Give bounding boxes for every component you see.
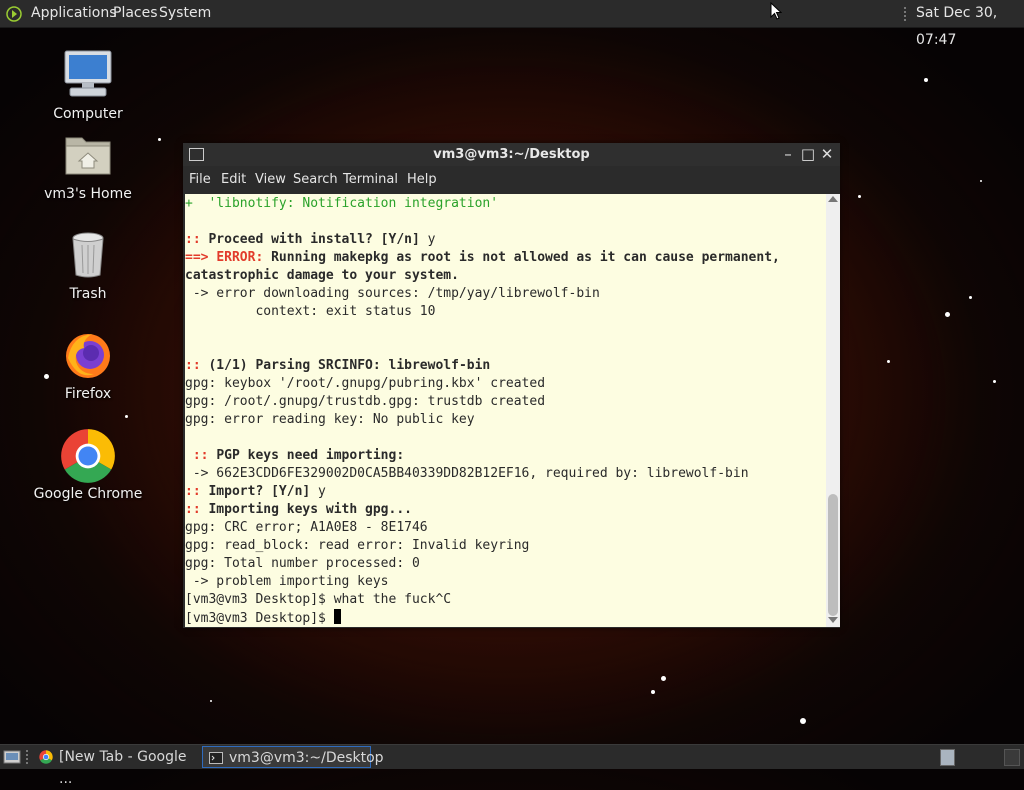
text-cursor	[333, 609, 341, 624]
prompt-text: Proceed with install? [Y/n]	[208, 232, 420, 247]
terminal-line: gpg: keybox '/root/.gnupg/pubring.kbx' c…	[185, 376, 546, 391]
desktop-icon-computer[interactable]: Computer	[33, 48, 143, 122]
menu-help[interactable]: Help	[407, 166, 437, 193]
menu-file[interactable]: File	[189, 166, 211, 193]
menu-applications[interactable]: Applications	[31, 0, 117, 27]
terminal-line: :: Proceed with install? [Y/n] y	[185, 231, 435, 249]
computer-icon	[60, 48, 116, 104]
desktop-icon-home[interactable]: vm3's Home	[33, 128, 143, 202]
terminal-line: :: Import? [Y/n] y	[185, 483, 326, 501]
terminal-line: ==> ERROR: Running makepkg as root is no…	[185, 249, 780, 267]
workspace-switcher[interactable]	[940, 749, 955, 766]
close-button[interactable]: ✕	[819, 146, 835, 162]
taskbar-item-terminal[interactable]: vm3@vm3:~/Desktop	[202, 746, 384, 768]
terminal-line: :: (1/1) Parsing SRCINFO: librewolf-bin	[185, 357, 490, 375]
status-text: (1/1) Parsing SRCINFO: librewolf-bin	[208, 358, 491, 373]
desktop-icon-firefox[interactable]: Firefox	[33, 328, 143, 402]
terminal-line: :: PGP keys need importing:	[185, 447, 404, 465]
bottom-panel: [New Tab - Google ... vm3@vm3:~/Desktop	[0, 744, 1024, 787]
error-arrow: ==>	[185, 250, 217, 265]
top-panel: Applications Places System Sat Dec 30, 0…	[0, 0, 1024, 48]
chrome-icon	[39, 750, 53, 764]
home-folder-icon	[60, 128, 116, 184]
prompt-marker: ::	[185, 448, 217, 463]
scroll-up-arrow-icon[interactable]	[828, 196, 838, 202]
menu-edit[interactable]: Edit	[221, 166, 246, 193]
chrome-icon	[60, 428, 116, 484]
prompt-answer: y	[310, 484, 326, 499]
prompt-marker: ::	[185, 502, 209, 517]
terminal-line: gpg: /root/.gnupg/trustdb.gpg: trustdb c…	[185, 394, 546, 409]
terminal-line: -> problem importing keys	[185, 574, 389, 589]
prompt-marker: ::	[185, 358, 209, 373]
error-text: Running makepkg as root is not allowed a…	[263, 250, 780, 265]
terminal-scrollbar[interactable]	[826, 194, 840, 627]
scroll-down-arrow-icon[interactable]	[828, 617, 838, 623]
terminal-line: catastrophic damage to your system.	[185, 268, 459, 283]
status-text: PGP keys need importing:	[216, 448, 405, 463]
taskbar-item-chrome[interactable]: [New Tab - Google ...	[33, 746, 200, 787]
panel-separator	[904, 7, 912, 21]
menu-places[interactable]: Places	[113, 0, 158, 27]
menu-view[interactable]: View	[255, 166, 286, 193]
terminal-prompt-line[interactable]: [vm3@vm3 Desktop]$	[185, 609, 341, 627]
distro-logo-icon[interactable]	[6, 6, 22, 22]
prompt-marker: ::	[185, 232, 209, 247]
scrollbar-thumb[interactable]	[828, 494, 838, 616]
firefox-icon	[60, 328, 116, 384]
terminal-line: gpg: error reading key: No public key	[185, 412, 475, 427]
terminal-output[interactable]: + 'libnotify: Notification integration' …	[185, 194, 826, 627]
desktop-icon-label: Computer	[53, 106, 123, 122]
prompt-marker: ::	[185, 484, 209, 499]
show-desktop-icon[interactable]	[3, 749, 21, 765]
terminal-line: :: Importing keys with gpg...	[185, 501, 412, 519]
desktop-icon-label: Trash	[69, 286, 107, 302]
mouse-pointer-icon	[770, 2, 782, 20]
trash-icon	[60, 228, 116, 284]
panel-handle[interactable]	[26, 750, 32, 764]
clock[interactable]: Sat Dec 30, 07:47	[916, 0, 1024, 54]
terminal-line: -> error downloading sources: /tmp/yay/l…	[185, 286, 600, 301]
window-title: vm3@vm3:~/Desktop	[433, 147, 590, 162]
trash-applet-icon[interactable]	[1004, 749, 1020, 766]
maximize-button[interactable]: □	[800, 146, 816, 162]
terminal-line: gpg: CRC error; A1A0E8 - 8E1746	[185, 520, 428, 535]
menu-search[interactable]: Search	[293, 166, 338, 193]
error-label: ERROR:	[216, 250, 264, 265]
prompt-text: Import? [Y/n]	[208, 484, 311, 499]
terminal-icon	[209, 752, 223, 764]
desktop-icon-label: Firefox	[64, 386, 112, 402]
terminal-line: + 'libnotify: Notification integration'	[185, 196, 499, 211]
terminal-line: context: exit status 10	[185, 304, 436, 319]
minimize-button[interactable]: –	[780, 146, 796, 162]
desktop-icon-label: vm3's Home	[44, 186, 132, 202]
menu-terminal[interactable]: Terminal	[343, 166, 398, 193]
prompt-answer: y	[419, 232, 436, 247]
terminal-line: -> 662E3CDD6FE329002D0CA5BB40339DD82B12E…	[185, 466, 749, 481]
desktop-icon-chrome[interactable]: Google Chrome	[33, 428, 143, 502]
shell-prompt: [vm3@vm3 Desktop]$	[185, 611, 334, 626]
taskbar-item-label: [New Tab - Google ...	[59, 749, 187, 787]
terminal-menubar: File Edit View Search Terminal Help	[183, 166, 840, 193]
taskbar-item-label: vm3@vm3:~/Desktop	[229, 750, 384, 766]
status-text: Importing keys with gpg...	[208, 502, 412, 517]
menu-system[interactable]: System	[159, 0, 211, 27]
desktop-icon-label: Google Chrome	[33, 486, 143, 502]
terminal-line: gpg: read_block: read error: Invalid key…	[185, 538, 530, 553]
desktop-icon-trash[interactable]: Trash	[33, 228, 143, 302]
window-titlebar[interactable]: vm3@vm3:~/Desktop – □ ✕	[183, 143, 840, 166]
terminal-line: [vm3@vm3 Desktop]$ what the fuck^C	[185, 592, 452, 607]
terminal-window[interactable]: vm3@vm3:~/Desktop – □ ✕ File Edit View S…	[183, 143, 840, 628]
terminal-line: gpg: Total number processed: 0	[185, 556, 420, 571]
